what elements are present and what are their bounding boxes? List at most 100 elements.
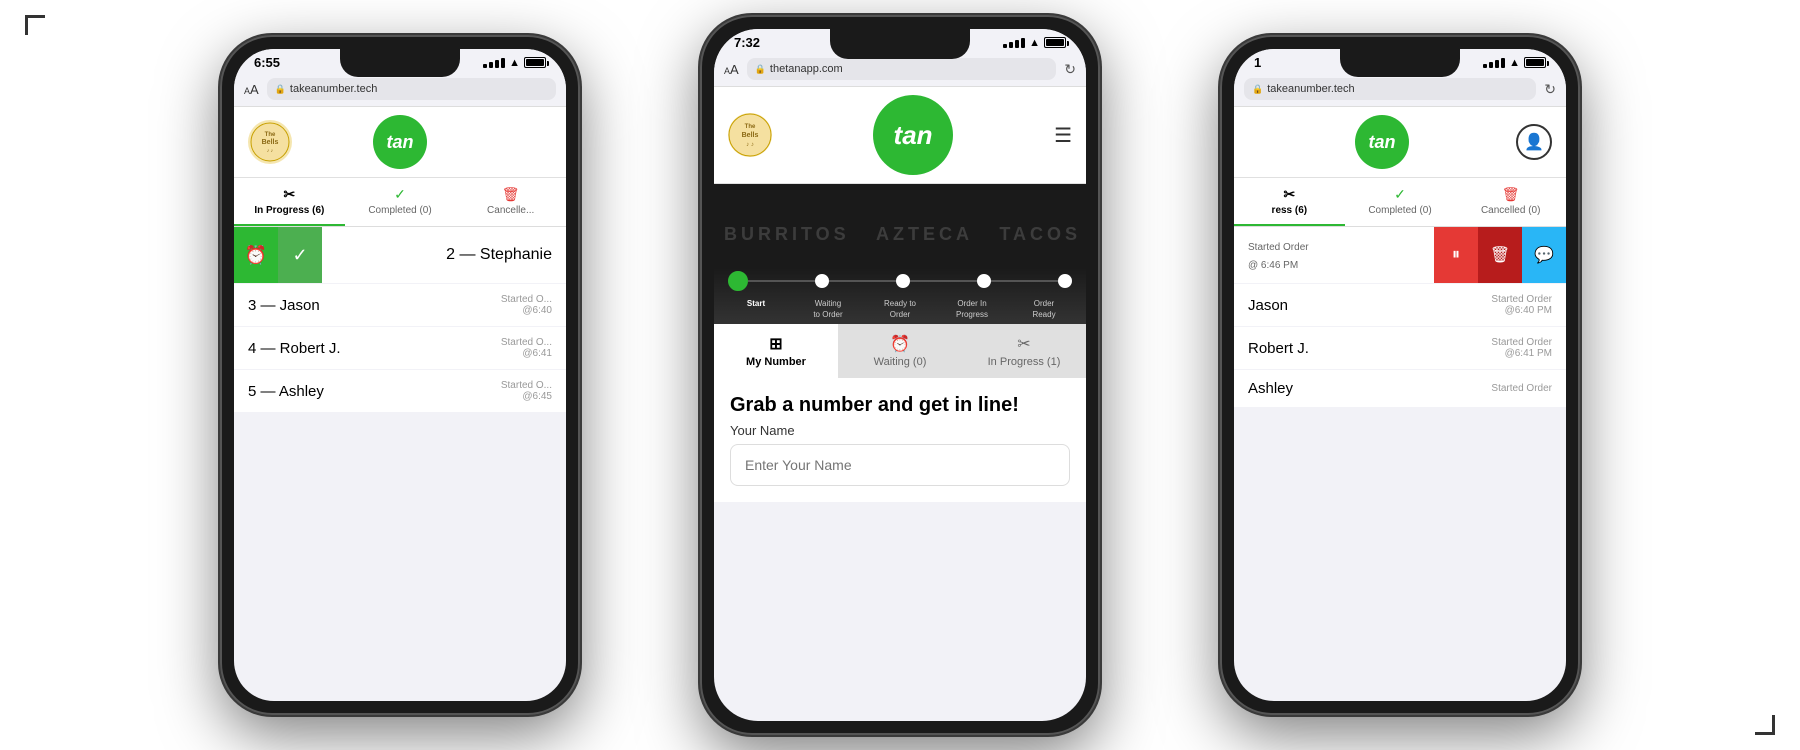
right-signal-icon xyxy=(1483,58,1505,68)
phone-center: 7:32 ▲ AA 🔒 thetanapp.com xyxy=(700,15,1100,735)
center-tab-waiting-label: Waiting (0) xyxy=(874,356,927,368)
step-label-start: Start xyxy=(728,299,784,320)
step-orderready xyxy=(1058,274,1072,288)
queue-name-ashley: 5 — Ashley xyxy=(248,383,324,400)
right-tabs: ✂ ress (6) ✓ Completed (0) 🗑 Cancelled (… xyxy=(1234,178,1566,227)
active-buttons: ⏰ ✓ xyxy=(234,227,322,283)
left-browser-bar: AA 🔒 takeanumber.tech xyxy=(234,72,566,107)
center-tan-logo: tan xyxy=(873,95,953,175)
profile-icon[interactable]: 👤 xyxy=(1516,124,1552,160)
right-queue-name-jason: Jason xyxy=(1248,297,1288,314)
hero-bg-text: BURRITOS AZTECA TACOS xyxy=(724,224,1081,245)
right-scissors-icon: ✂ xyxy=(1238,186,1341,203)
center-tab-waiting[interactable]: ⏰ Waiting (0) xyxy=(838,324,962,378)
form-name-label: Your Name xyxy=(730,423,1070,438)
check-btn[interactable]: ✓ xyxy=(278,227,322,283)
step-start xyxy=(728,271,748,291)
left-tab-cancelled[interactable]: 🗑 Cancelle... xyxy=(455,178,566,226)
step-connector-1 xyxy=(748,280,815,282)
center-form: Grab a number and get in line! Your Name xyxy=(714,378,1086,502)
phones-container: 6:55 ▲ AA 🔒 takeanumber.tec xyxy=(0,0,1800,750)
left-tan-logo: tan xyxy=(373,115,427,169)
left-url: takeanumber.tech xyxy=(290,83,377,95)
left-tab-completed[interactable]: ✓ Completed (0) xyxy=(345,178,456,226)
trash-icon: 🗑 xyxy=(459,186,562,203)
left-tab-completed-label: Completed (0) xyxy=(368,205,431,216)
right-tan-text: tan xyxy=(1369,132,1396,153)
left-tan-text: tan xyxy=(387,132,414,153)
center-scissors-icon: ✂ xyxy=(966,334,1082,354)
right-refresh-icon[interactable]: ↻ xyxy=(1544,81,1556,98)
step-label-inprogress: Order InProgress xyxy=(944,299,1000,320)
left-status-icons: ▲ xyxy=(483,57,546,69)
right-action-btns: ⏸ 🗑 💬 xyxy=(1434,227,1566,283)
right-url: takeanumber.tech xyxy=(1267,83,1354,95)
center-lock-icon: 🔒 xyxy=(755,64,766,75)
center-url-bar[interactable]: 🔒 thetanapp.com xyxy=(747,58,1057,80)
active-queue-name: 2 — Stephanie xyxy=(432,236,566,274)
right-active-time: Started Order@ 6:46 PM xyxy=(1234,227,1323,283)
lock-icon: 🔒 xyxy=(275,84,286,95)
center-browser-aa[interactable]: AA xyxy=(724,62,739,77)
right-queue-item-2: Ashley Started Order xyxy=(1234,370,1566,407)
svg-text:Bells: Bells xyxy=(742,132,759,139)
right-queue-time-ashley: Started Order xyxy=(1491,383,1552,394)
left-queue-item-2: 4 — Robert J. Started O...@6:41 xyxy=(234,327,566,369)
right-url-bar[interactable]: 🔒 takeanumber.tech xyxy=(1244,78,1536,100)
phone-right: 1 ▲ 🔒 takeanumber.tech xyxy=(1220,35,1580,715)
left-tab-cancelled-label: Cancelle... xyxy=(487,205,534,216)
center-tab-mynumber-label: My Number xyxy=(746,356,806,368)
left-tab-inprogress[interactable]: ✂ In Progress (6) xyxy=(234,178,345,226)
center-tab-inprogress[interactable]: ✂ In Progress (1) xyxy=(962,324,1086,378)
delete-btn[interactable]: 🗑 xyxy=(1478,227,1522,283)
signal-icon xyxy=(483,58,505,68)
phone-left: 6:55 ▲ AA 🔒 takeanumber.tec xyxy=(220,35,580,715)
left-restaurant-logo: The Bells ♪ ♪ xyxy=(248,120,292,164)
center-app-header: The Bells ♪ ♪ tan ☰ xyxy=(714,87,1086,184)
step-label-waiting: Waitingto Order xyxy=(800,299,856,320)
right-status-icons: ▲ xyxy=(1483,57,1546,69)
right-queue-name-robert: Robert J. xyxy=(1248,340,1309,357)
right-tab-completed[interactable]: ✓ Completed (0) xyxy=(1345,178,1456,226)
queue-name-robert: 4 — Robert J. xyxy=(248,340,341,357)
center-hero-bg: BURRITOS AZTECA TACOS Sta xyxy=(714,184,1086,324)
center-tabs: ⊞ My Number ⏰ Waiting (0) ✂ In Progress … xyxy=(714,324,1086,378)
alarm-btn[interactable]: ⏰ xyxy=(234,227,278,283)
step-label-ready: Ready toOrder xyxy=(872,299,928,320)
right-tab-cancelled[interactable]: 🗑 Cancelled (0) xyxy=(1455,178,1566,226)
right-tab-completed-label: Completed (0) xyxy=(1368,205,1431,216)
right-notch xyxy=(1340,49,1460,77)
queue-time-jason: Started O...@6:40 xyxy=(501,294,552,316)
right-battery-icon xyxy=(1524,57,1546,68)
right-active-item: Started Order@ 6:46 PM ⏸ 🗑 💬 xyxy=(1234,227,1566,283)
left-url-bar[interactable]: 🔒 takeanumber.tech xyxy=(267,78,556,100)
center-time: 7:32 xyxy=(734,35,760,50)
right-browser-bar: 🔒 takeanumber.tech ↻ xyxy=(1234,72,1566,107)
left-queue-item-3: 5 — Ashley Started O...@6:45 xyxy=(234,370,566,412)
left-queue-item-1: 3 — Jason Started O...@6:40 xyxy=(234,284,566,326)
phone-center-screen: 7:32 ▲ AA 🔒 thetanapp.com xyxy=(714,29,1086,721)
right-active-time-text: Started Order@ 6:46 PM xyxy=(1248,242,1309,271)
step-label-orderready: OrderReady xyxy=(1016,299,1072,320)
center-restaurant-logo: The Bells ♪ ♪ xyxy=(728,113,772,157)
form-title: Grab a number and get in line! xyxy=(730,394,1070,417)
right-queue-item-0: Jason Started Order@6:40 PM xyxy=(1234,284,1566,326)
svg-text:Bells: Bells xyxy=(262,139,279,146)
chat-btn[interactable]: 💬 xyxy=(1522,227,1566,283)
right-tab-cancelled-label: Cancelled (0) xyxy=(1481,205,1540,216)
queue-time-robert: Started O...@6:41 xyxy=(501,337,552,359)
hamburger-menu-icon[interactable]: ☰ xyxy=(1054,123,1072,148)
right-lock-icon: 🔒 xyxy=(1252,84,1263,95)
right-tab-inprogress[interactable]: ✂ ress (6) xyxy=(1234,178,1345,226)
check-icon: ✓ xyxy=(349,186,452,203)
form-name-input[interactable] xyxy=(730,444,1070,486)
right-time: 1 xyxy=(1254,55,1261,70)
phone-right-screen: 1 ▲ 🔒 takeanumber.tech xyxy=(1234,49,1566,701)
step-waiting xyxy=(815,274,829,288)
refresh-icon[interactable]: ↻ xyxy=(1064,61,1076,78)
center-tab-mynumber[interactable]: ⊞ My Number xyxy=(714,324,838,378)
browser-aa[interactable]: AA xyxy=(244,82,259,97)
right-queue-time-robert: Started Order@6:41 PM xyxy=(1491,337,1552,359)
center-wifi-icon: ▲ xyxy=(1029,37,1040,49)
pause-btn[interactable]: ⏸ xyxy=(1434,227,1478,283)
